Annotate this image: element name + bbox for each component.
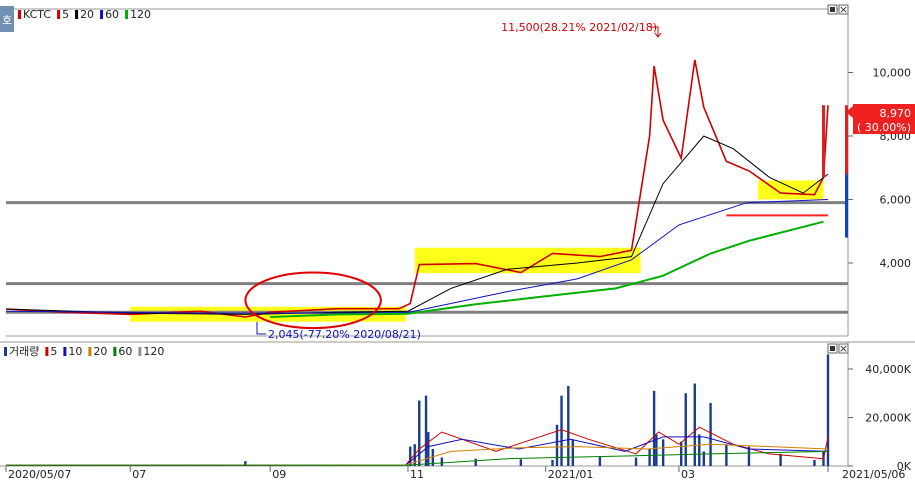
legend-label: 5 — [62, 8, 69, 21]
legend-label: 거래량 — [9, 345, 39, 358]
volume-bar — [427, 432, 430, 466]
legend-label: 20 — [80, 8, 94, 21]
legend-label: 60 — [118, 345, 132, 358]
volume-bar — [725, 444, 728, 466]
volume-bar — [709, 402, 712, 466]
volume-bar — [418, 400, 421, 466]
legend-marker — [113, 347, 117, 356]
volume-bar — [661, 439, 665, 466]
maximize-icon — [830, 7, 835, 12]
volume-bar — [813, 459, 816, 466]
today-candle — [845, 105, 848, 175]
y-tick-label: 4,000 — [880, 257, 912, 270]
legend-marker — [75, 10, 79, 19]
today-wick — [845, 174, 848, 238]
x-tick-label: 09 — [272, 468, 286, 480]
legend-label: KCTC — [23, 8, 51, 21]
volume-bar — [779, 453, 782, 466]
legend-label: 10 — [68, 345, 82, 358]
volume-bar — [693, 383, 696, 466]
x-tick-label: 03 — [681, 468, 695, 480]
last-change-label: ( 30.00%) — [857, 121, 911, 134]
x-tick-label: 2021/05/06 — [842, 468, 905, 480]
corner-badge-label: 호 — [2, 14, 12, 27]
volume-y-tick-label: 40,000K — [865, 363, 911, 376]
price-legend: KCTC 5 20 60 120 — [18, 8, 151, 21]
volume-bar — [519, 459, 523, 466]
legend-marker — [88, 347, 92, 356]
last-price-label: 8,970 — [880, 107, 912, 120]
legend-label: 120 — [130, 8, 151, 21]
x-tick-label: 07 — [132, 468, 146, 480]
volume-bar — [474, 458, 477, 466]
close-icon: × — [839, 342, 848, 355]
volume-bar — [634, 457, 638, 466]
volume-y-tick-label: 20,000K — [865, 411, 911, 424]
volume-bar — [440, 457, 444, 466]
y-tick-label: 6,000 — [880, 193, 912, 206]
volume-bar — [560, 395, 563, 466]
legend-marker — [4, 347, 7, 356]
x-tick-label: 2020/05/07 — [8, 468, 71, 480]
close-icon: × — [839, 3, 848, 16]
legend-marker — [57, 10, 61, 19]
x-tick-label: 2021/01 — [548, 468, 594, 480]
maximize-icon — [830, 346, 835, 351]
legend-label: 20 — [93, 345, 107, 358]
volume-bar — [571, 439, 575, 466]
volume-bar — [652, 390, 656, 466]
y-tick-label: 10,000 — [873, 66, 912, 79]
volume-bar — [680, 441, 683, 466]
x-tick-label: 11 — [410, 468, 424, 480]
legend-label: 5 — [50, 345, 57, 358]
volume-bar — [424, 395, 428, 466]
min-price-annotation: 2,045(-77.20% 2020/08/21) — [268, 328, 421, 341]
volume-bar — [598, 456, 602, 466]
legend-marker — [100, 10, 104, 19]
volume-bar — [698, 434, 701, 466]
legend-marker — [18, 10, 21, 19]
stock-chart: 10,0008,0006,0004,00040,000K20,000K0K202… — [0, 0, 915, 480]
volume-bar — [551, 459, 554, 466]
legend-label: 60 — [105, 8, 119, 21]
chart-background — [0, 0, 915, 480]
max-price-annotation: 11,500(28.21% 2021/02/18) — [501, 21, 657, 34]
latest-candle — [822, 105, 825, 178]
volume-bar — [648, 449, 651, 466]
volume-panel-controls: × — [827, 342, 849, 355]
price-panel-controls: × — [827, 3, 849, 16]
volume-bar — [684, 393, 687, 466]
legend-label: 120 — [143, 345, 164, 358]
legend-marker — [45, 347, 49, 356]
volume-bar — [567, 385, 570, 466]
legend-marker — [138, 347, 142, 356]
legend-marker — [125, 10, 129, 19]
legend-marker — [63, 347, 67, 356]
